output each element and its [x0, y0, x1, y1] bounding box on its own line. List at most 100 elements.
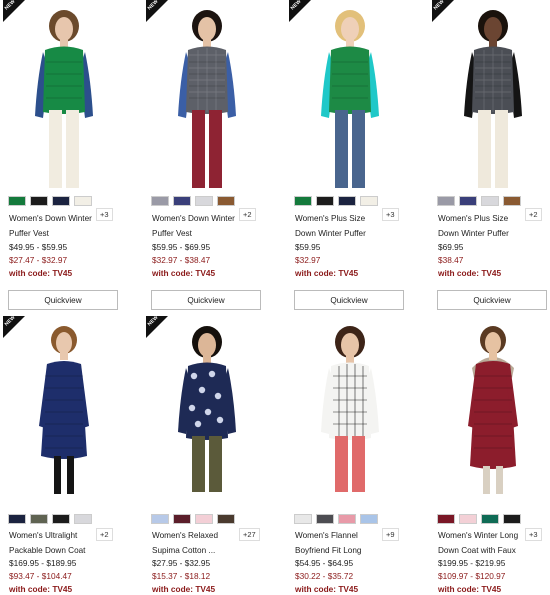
product-name[interactable]: Women's Winter Long Down Coat with Faux: [438, 528, 524, 558]
product-card[interactable]: NEW +2 Women's Plus Size Down Winter Puf…: [432, 0, 550, 310]
product-card[interactable]: +3 Women's Winter Long Down Coat with Fa…: [432, 316, 550, 594]
model-figure: [321, 10, 379, 188]
product-image[interactable]: NEW: [3, 316, 125, 504]
product-image[interactable]: [432, 316, 550, 504]
product-image[interactable]: NEW: [3, 0, 125, 188]
product-name[interactable]: Women's Down Winter Puffer Vest: [152, 211, 238, 241]
product-name[interactable]: Women's Plus Size Down Winter Puffer: [438, 211, 524, 241]
promo-code-text: with code: TV45: [295, 584, 359, 594]
product-image[interactable]: [289, 316, 411, 504]
product-grid: NEW +3 Women's Down Winter Puffer Vest $…: [0, 0, 550, 595]
new-badge: NEW: [3, 316, 25, 338]
quickview-button[interactable]: Quickview: [8, 290, 118, 310]
new-badge-label: NEW: [289, 0, 303, 12]
color-swatch[interactable]: [459, 514, 477, 524]
sale-price: $32.97 - $38.47: [152, 255, 211, 265]
more-colors-count[interactable]: +2: [525, 208, 542, 221]
promo-code-text: with code: TV45: [438, 268, 502, 278]
product-card[interactable]: NEW +3 Women's Plus Size Down Winter Puf…: [289, 0, 411, 310]
sale-price: $15.37 - $18.12: [152, 571, 211, 581]
product-image[interactable]: NEW: [432, 0, 550, 188]
product-image[interactable]: NEW: [146, 316, 268, 504]
sale-price: $93.47 - $104.47: [9, 571, 72, 581]
color-swatch[interactable]: [74, 514, 92, 524]
color-swatches: [294, 196, 378, 207]
more-colors-count[interactable]: +3: [96, 208, 113, 221]
quickview-button[interactable]: Quickview: [294, 290, 404, 310]
color-swatch[interactable]: [338, 196, 356, 206]
color-swatch[interactable]: [217, 514, 235, 524]
product-name[interactable]: Women's Ultralight Packable Down Coat: [9, 528, 95, 558]
product-card[interactable]: NEW +2 Women's Down Winter Puffer Vest $…: [146, 0, 268, 310]
more-colors-count[interactable]: +9: [382, 528, 399, 541]
color-swatch[interactable]: [217, 196, 235, 206]
color-swatches: [437, 196, 521, 207]
color-swatch[interactable]: [30, 196, 48, 206]
model-figure: [39, 326, 89, 494]
product-name[interactable]: Women's Relaxed Supima Cotton ...: [152, 528, 238, 558]
new-badge: NEW: [289, 0, 311, 22]
model-figure: [468, 326, 518, 494]
color-swatch[interactable]: [360, 196, 378, 206]
color-swatches: [151, 196, 235, 207]
color-swatch[interactable]: [481, 514, 499, 524]
product-image[interactable]: NEW: [289, 0, 411, 188]
color-swatch[interactable]: [52, 196, 70, 206]
more-colors-count[interactable]: +27: [239, 528, 260, 541]
regular-price: $59.95 - $69.95: [152, 242, 211, 252]
color-swatch[interactable]: [195, 514, 213, 524]
product-card[interactable]: +9 Women's Flannel Boyfriend Fit Long $5…: [289, 316, 411, 594]
color-swatch[interactable]: [173, 514, 191, 524]
new-badge-label: NEW: [146, 0, 160, 12]
new-badge-label: NEW: [146, 316, 160, 328]
color-swatch[interactable]: [8, 196, 26, 206]
color-swatch[interactable]: [294, 196, 312, 206]
color-swatch[interactable]: [459, 196, 477, 206]
color-swatch[interactable]: [151, 196, 169, 206]
color-swatch[interactable]: [30, 514, 48, 524]
color-swatch[interactable]: [316, 514, 334, 524]
color-swatch[interactable]: [52, 514, 70, 524]
product-card[interactable]: NEW +2 Women's Ultralight Packable Down …: [3, 316, 125, 594]
color-swatch[interactable]: [316, 196, 334, 206]
new-badge-label: NEW: [3, 0, 17, 12]
color-swatch[interactable]: [195, 196, 213, 206]
color-swatches: [437, 514, 521, 525]
sale-price: $109.97 - $120.97: [438, 571, 506, 581]
sale-price: $38.47: [438, 255, 464, 265]
color-swatch[interactable]: [8, 514, 26, 524]
more-colors-count[interactable]: +3: [525, 528, 542, 541]
more-colors-count[interactable]: +2: [96, 528, 113, 541]
color-swatch[interactable]: [503, 514, 521, 524]
color-swatch[interactable]: [437, 514, 455, 524]
regular-price: $27.95 - $32.95: [152, 558, 211, 568]
model-figure: [178, 326, 236, 492]
product-image[interactable]: NEW: [146, 0, 268, 188]
product-card[interactable]: NEW +27 Women's Relaxed Supima Cotton ..…: [146, 316, 268, 594]
product-name[interactable]: Women's Down Winter Puffer Vest: [9, 211, 95, 241]
regular-price: $59.95: [295, 242, 321, 252]
color-swatch[interactable]: [481, 196, 499, 206]
color-swatch[interactable]: [294, 514, 312, 524]
more-colors-count[interactable]: +2: [239, 208, 256, 221]
product-name[interactable]: Women's Plus Size Down Winter Puffer: [295, 211, 381, 241]
product-card[interactable]: NEW +3 Women's Down Winter Puffer Vest $…: [3, 0, 125, 310]
color-swatch[interactable]: [437, 196, 455, 206]
promo-code-text: with code: TV45: [438, 584, 502, 594]
color-swatch[interactable]: [338, 514, 356, 524]
color-swatch[interactable]: [173, 196, 191, 206]
quickview-button[interactable]: Quickview: [151, 290, 261, 310]
promo-code-text: with code: TV45: [152, 584, 216, 594]
product-name[interactable]: Women's Flannel Boyfriend Fit Long: [295, 528, 381, 558]
color-swatch[interactable]: [360, 514, 378, 524]
color-swatch[interactable]: [151, 514, 169, 524]
new-badge-label: NEW: [3, 316, 17, 328]
regular-price: $169.95 - $189.95: [9, 558, 77, 568]
quickview-button[interactable]: Quickview: [437, 290, 547, 310]
regular-price: $199.95 - $219.95: [438, 558, 506, 568]
more-colors-count[interactable]: +3: [382, 208, 399, 221]
color-swatch[interactable]: [74, 196, 92, 206]
promo-code-text: with code: TV45: [152, 268, 216, 278]
color-swatch[interactable]: [503, 196, 521, 206]
sale-price: $30.22 - $35.72: [295, 571, 354, 581]
